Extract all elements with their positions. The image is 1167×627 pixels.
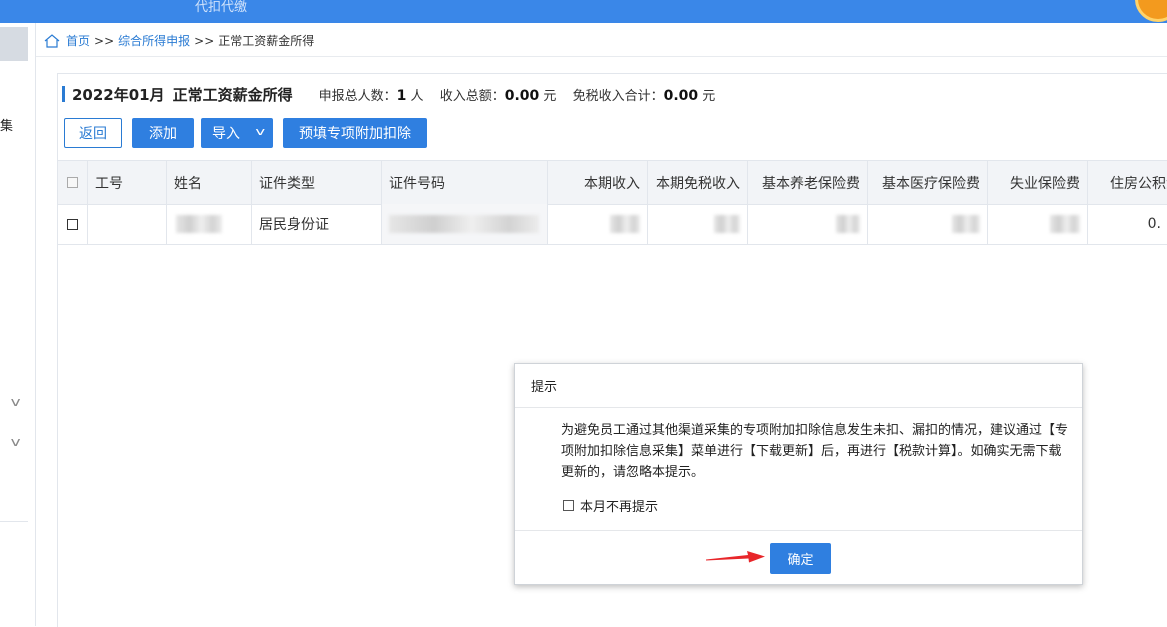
row-checkbox[interactable] xyxy=(67,218,78,230)
total-income-label: 收入总额： xyxy=(439,88,505,104)
dialog-divider xyxy=(515,530,1082,531)
row-select-cell xyxy=(58,204,88,244)
housing-fund-cell: 0. xyxy=(1147,216,1161,232)
id-number-cell xyxy=(382,204,548,244)
add-button[interactable]: 添加 xyxy=(132,118,194,148)
sidebar: 集 v v xyxy=(0,23,36,626)
pension-cell xyxy=(748,204,868,244)
column-header[interactable]: 姓名 xyxy=(167,161,252,204)
exempt-income-unit: 元 xyxy=(702,88,716,104)
column-header[interactable]: 本期收入 xyxy=(548,161,648,204)
exempt-income-cell xyxy=(648,204,748,244)
breadcrumb-separator: >> xyxy=(194,34,215,48)
medical-cell xyxy=(868,204,988,244)
chevron-down-icon[interactable]: v xyxy=(11,395,21,409)
redacted-value xyxy=(836,215,860,233)
redacted-value xyxy=(610,215,640,233)
sidebar-divider xyxy=(0,521,28,522)
table-row[interactable]: 居民身份证 0. xyxy=(58,204,1167,245)
id-type-cell: 居民身份证 xyxy=(252,204,382,244)
home-icon[interactable] xyxy=(44,34,60,48)
redacted-id-number xyxy=(389,215,539,233)
column-header[interactable]: 失业保险费 xyxy=(988,161,1088,204)
redacted-name xyxy=(176,215,222,233)
top-bar-title: 代扣代缴 xyxy=(195,0,248,15)
sidebar-active-item[interactable] xyxy=(0,27,28,61)
top-bar: 代扣代缴 xyxy=(0,0,1167,23)
select-all-cell xyxy=(58,161,88,204)
breadcrumb-level2-link[interactable]: 综合所得申报 xyxy=(118,34,190,48)
total-income-value: 0.00 xyxy=(504,87,540,104)
sidebar-item-label[interactable]: 集 xyxy=(0,115,13,134)
redacted-value xyxy=(1050,215,1080,233)
chevron-down-icon: v xyxy=(255,125,266,138)
page-title: 正常工资薪金所得 xyxy=(172,85,293,104)
redacted-value xyxy=(952,215,980,233)
name-cell xyxy=(167,204,252,244)
dont-remind-label[interactable]: 本月不再提示 xyxy=(580,496,658,515)
dialog-title: 提示 xyxy=(515,364,1082,408)
import-label: 导入 xyxy=(212,126,240,142)
summary-stats: 申报总人数：1 人 收入总额：0.00 元 免税收入合计：0.00 元 xyxy=(319,85,716,104)
red-arrow-icon xyxy=(706,551,765,563)
unemployment-cell xyxy=(988,204,1088,244)
column-header[interactable]: 基本养老保险费 xyxy=(748,161,868,204)
total-people-value: 1 xyxy=(396,87,407,104)
exempt-income-value: 0.00 xyxy=(663,87,699,104)
exempt-income-label: 免税收入合计： xyxy=(572,88,664,104)
notice-dialog: 提示 为避免员工通过其他渠道采集的专项附加扣除信息发生未扣、漏扣的情况，建议通过… xyxy=(514,363,1083,585)
title-accent-bar xyxy=(62,86,65,102)
column-header[interactable]: 工号 xyxy=(88,161,167,204)
breadcrumb-home-link[interactable]: 首页 xyxy=(66,34,90,48)
redacted-value xyxy=(714,215,740,233)
breadcrumb-separator: >> xyxy=(94,34,115,48)
column-header[interactable]: 本期免税收入 xyxy=(648,161,748,204)
table-header-row: 工号 姓名 证件类型 证件号码 本期收入 本期免税收入 基本养老保险费 基本医疗… xyxy=(58,160,1167,205)
breadcrumb: 首页 >> 综合所得申报 >> 正常工资薪金所得 xyxy=(36,23,1167,57)
dont-remind-checkbox-row[interactable]: 本月不再提示 xyxy=(563,496,658,515)
dialog-message: 为避免员工通过其他渠道采集的专项附加扣除信息发生未扣、漏扣的情况，建议通过【专项… xyxy=(561,423,1069,480)
page-header: 2022年01月 正常工资薪金所得 申报总人数：1 人 收入总额：0.00 元 … xyxy=(62,84,715,104)
total-people-label: 申报总人数： xyxy=(318,88,397,104)
total-people-unit: 人 xyxy=(410,88,424,104)
column-header[interactable]: 证件类型 xyxy=(252,161,382,204)
select-all-checkbox[interactable] xyxy=(67,177,78,188)
confirm-button[interactable]: 确定 xyxy=(770,543,831,574)
avatar[interactable] xyxy=(1135,0,1167,22)
column-header[interactable]: 基本医疗保险费 xyxy=(868,161,988,204)
back-button[interactable]: 返回 xyxy=(64,118,122,148)
total-income-unit: 元 xyxy=(543,88,557,104)
column-header[interactable]: 住房公积金 xyxy=(1088,161,1167,204)
breadcrumb-current: 正常工资薪金所得 xyxy=(218,34,315,48)
chevron-down-icon[interactable]: v xyxy=(11,435,21,449)
prefill-deduction-button[interactable]: 预填专项附加扣除 xyxy=(283,118,427,148)
import-dropdown-button[interactable]: 导入 v xyxy=(201,118,273,148)
column-header[interactable]: 证件号码 xyxy=(382,161,548,204)
employee-id-cell xyxy=(88,204,167,244)
page-period: 2022年01月 xyxy=(72,85,165,104)
dont-remind-checkbox[interactable] xyxy=(563,500,574,511)
income-cell xyxy=(548,204,648,244)
